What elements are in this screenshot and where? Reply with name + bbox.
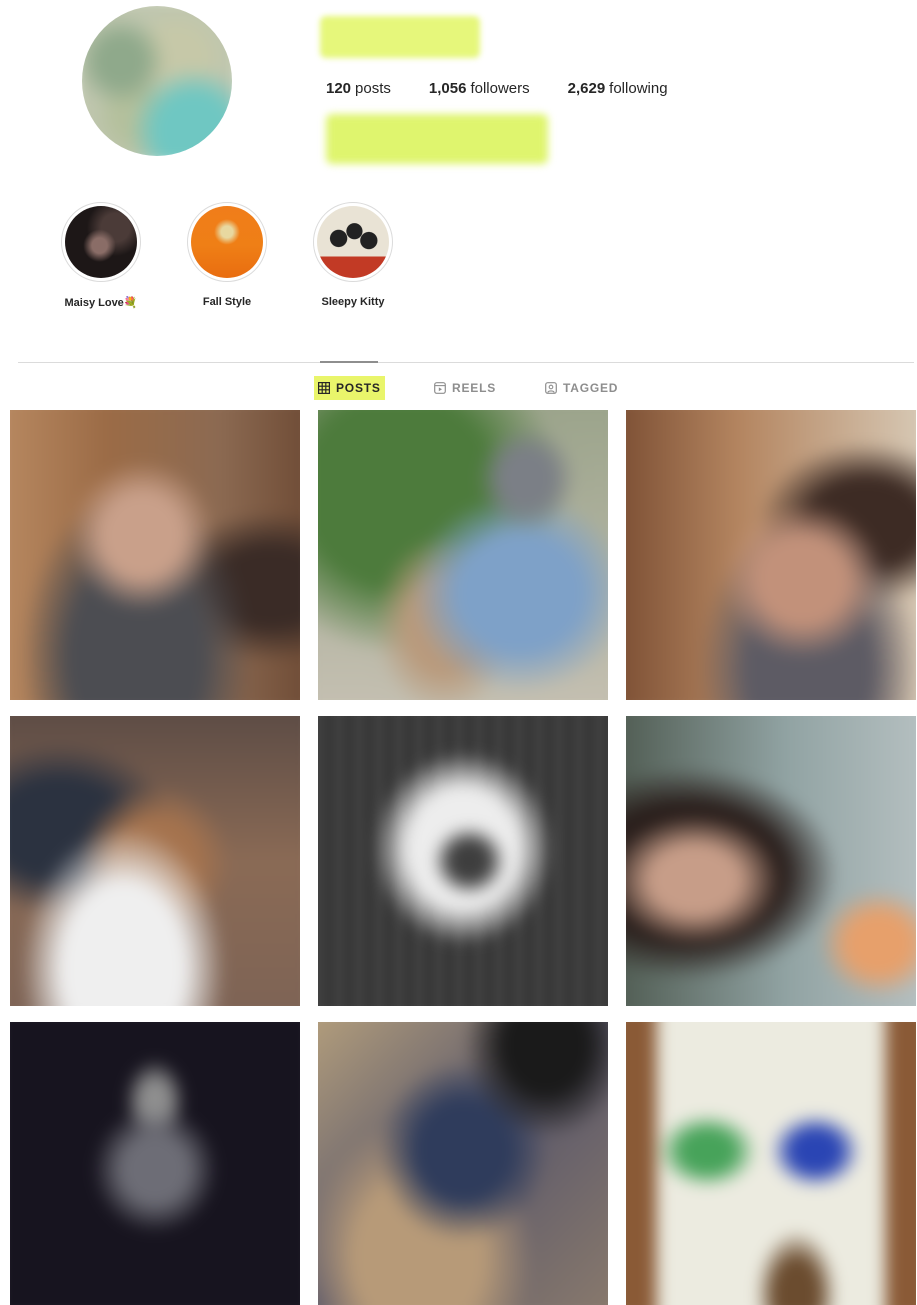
stat-followers-count: 1,056 bbox=[428, 80, 467, 97]
active-tab-indicator bbox=[320, 361, 378, 363]
stat-following[interactable]: 2,629 following bbox=[568, 80, 668, 97]
post-thumbnail[interactable] bbox=[318, 716, 608, 1006]
post-thumbnail[interactable] bbox=[10, 1022, 300, 1305]
stat-following-label: following bbox=[609, 80, 668, 97]
stat-posts-count: 120 bbox=[326, 80, 352, 97]
post-image bbox=[626, 1022, 916, 1305]
post-image bbox=[10, 410, 300, 700]
profile-stats: 120 posts 1,056 followers 2,629 following bbox=[326, 80, 668, 97]
tagged-icon bbox=[545, 382, 557, 394]
highlight-label: Fall Style bbox=[202, 296, 252, 308]
tab-tagged[interactable]: TAGGED bbox=[541, 376, 622, 400]
stat-posts: 120 posts bbox=[326, 80, 391, 97]
profile-avatar[interactable] bbox=[82, 6, 232, 156]
profile-tabs: POSTS REELS TAGGED bbox=[0, 376, 917, 402]
post-thumbnail[interactable] bbox=[10, 716, 300, 1006]
post-image bbox=[10, 1022, 300, 1305]
post-thumbnail[interactable] bbox=[10, 410, 300, 700]
highlight-label: Sleepy Kitty bbox=[321, 296, 385, 308]
stat-followers-label: followers bbox=[470, 80, 530, 97]
tab-reels-label: REELS bbox=[452, 381, 497, 395]
grid-icon bbox=[318, 382, 330, 394]
highlight-cover bbox=[317, 206, 389, 278]
stat-followers[interactable]: 1,056 followers bbox=[429, 80, 530, 97]
post-image bbox=[10, 716, 300, 1006]
post-image bbox=[626, 410, 916, 700]
post-thumbnail[interactable] bbox=[626, 410, 916, 700]
post-thumbnail[interactable] bbox=[626, 716, 916, 1006]
tabs-divider bbox=[18, 362, 914, 363]
post-image bbox=[318, 1022, 608, 1305]
tab-tagged-label: TAGGED bbox=[563, 381, 619, 395]
post-thumbnail[interactable] bbox=[626, 1022, 916, 1305]
highlight-cover bbox=[191, 206, 263, 278]
highlight-ring bbox=[313, 202, 393, 282]
post-image bbox=[318, 716, 608, 1006]
highlight-label: Maisy Love💐 bbox=[64, 297, 138, 309]
highlight-ring bbox=[187, 202, 267, 282]
highlight-maisy-love[interactable]: Maisy Love💐 bbox=[59, 202, 143, 309]
stat-posts-label: posts bbox=[355, 80, 391, 97]
post-image bbox=[626, 716, 916, 1006]
tab-reels[interactable]: REELS bbox=[430, 376, 500, 400]
post-thumbnail[interactable] bbox=[318, 1022, 608, 1305]
highlight-ring bbox=[61, 202, 141, 282]
reels-icon bbox=[434, 382, 446, 394]
bio-redacted bbox=[326, 114, 548, 164]
username-redacted bbox=[320, 16, 480, 58]
highlight-fall-style[interactable]: Fall Style bbox=[185, 202, 269, 308]
post-image bbox=[318, 410, 608, 700]
post-thumbnail[interactable] bbox=[318, 410, 608, 700]
profile-avatar-image bbox=[82, 6, 232, 156]
highlight-cover bbox=[65, 206, 137, 278]
stat-following-count: 2,629 bbox=[567, 80, 606, 97]
tab-posts-label: POSTS bbox=[336, 381, 381, 395]
tab-posts[interactable]: POSTS bbox=[314, 376, 385, 400]
posts-grid bbox=[0, 406, 917, 1305]
highlight-sleepy-kitty[interactable]: Sleepy Kitty bbox=[311, 202, 395, 308]
